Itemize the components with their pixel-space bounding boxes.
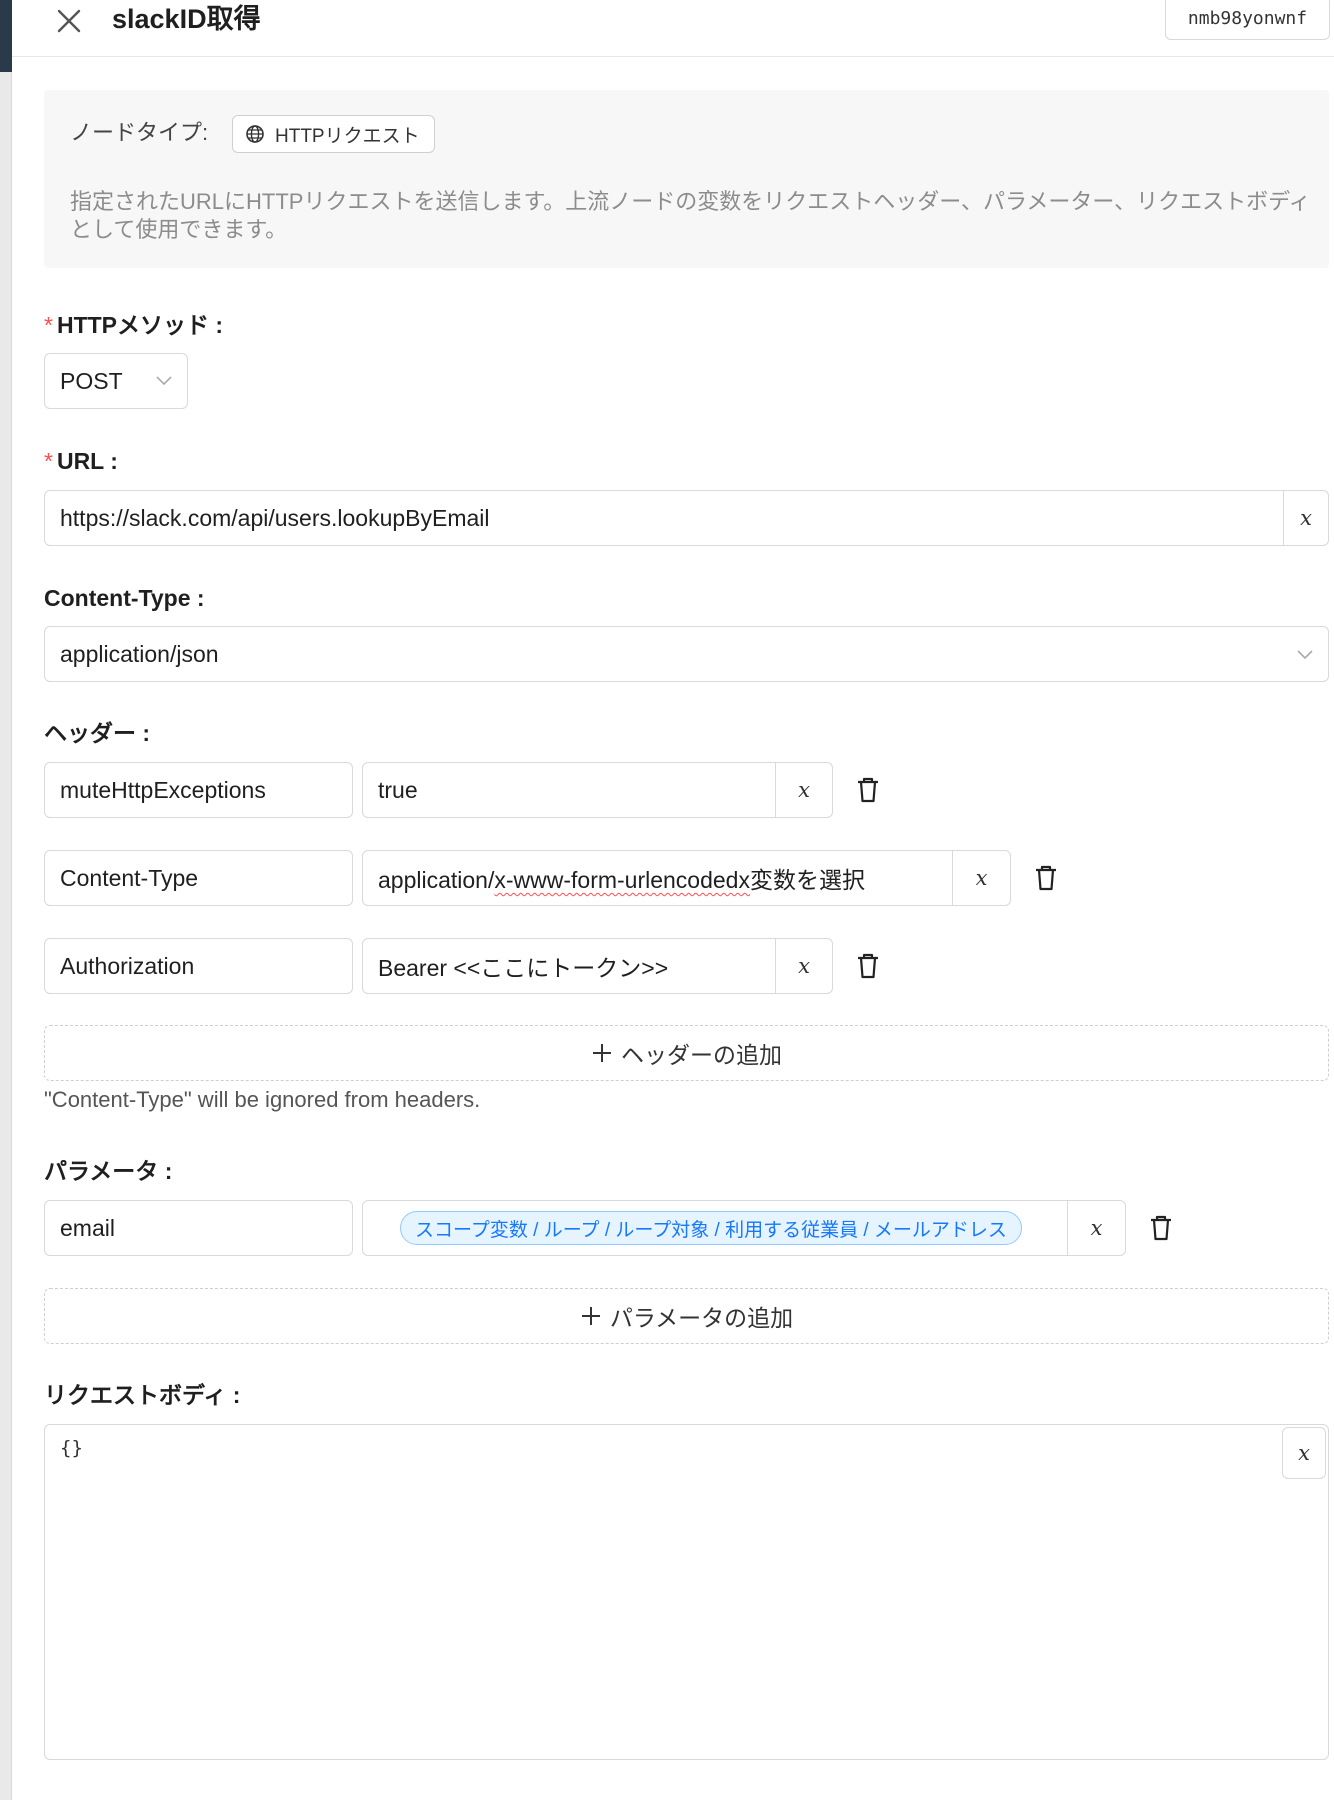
header-key-value: Authorization <box>60 952 195 979</box>
headers-note: "Content-Type" will be ignored from head… <box>44 1087 481 1112</box>
header-value-text: true <box>378 776 418 803</box>
param-key-value: email <box>60 1214 115 1241</box>
header-value-spellcheck: x-www-form-urlencodedx <box>494 867 750 893</box>
request-body-editor[interactable]: {} <box>44 1424 1329 1760</box>
required-mark: * <box>44 312 53 338</box>
body-variable-button[interactable]: x <box>1282 1427 1326 1479</box>
node-settings-panel: slackID取得 nmb98yonwnf ノードタイプ: HTTPリクエスト … <box>12 0 1334 1800</box>
header-value-input[interactable]: true <box>362 762 776 818</box>
url-input[interactable]: https://slack.com/api/users.lookupByEmai… <box>44 490 1284 546</box>
header-key-input[interactable]: muteHttpExceptions <box>44 762 353 818</box>
panel-title: slackID取得 <box>112 4 261 34</box>
header-value-text: application/x-www-form-urlencodedx変数を選択 <box>363 861 865 895</box>
header-variable-button[interactable]: x <box>952 850 1011 906</box>
content-type-select[interactable]: application/json <box>44 626 1329 682</box>
node-type-value: HTTPリクエスト <box>275 125 420 147</box>
header-value-input[interactable]: application/x-www-form-urlencodedx変数を選択 <box>362 850 954 906</box>
header-variable-button[interactable]: x <box>775 938 833 994</box>
http-method-label: * HTTPメソッド : <box>44 310 223 340</box>
header-value-main: application/ <box>378 867 495 893</box>
http-method-value: POST <box>60 367 123 394</box>
url-value: https://slack.com/api/users.lookupByEmai… <box>60 504 490 531</box>
node-id-badge[interactable]: nmb98yonwnf <box>1165 0 1330 40</box>
trash-icon <box>1036 865 1056 891</box>
http-method-label-text: HTTPメソッド : <box>56 312 224 338</box>
header-variable-button[interactable]: x <box>775 762 833 818</box>
request-body-value: {} <box>60 1437 83 1459</box>
header-key-input[interactable]: Authorization <box>44 938 353 994</box>
trash-icon <box>858 777 878 803</box>
url-variable-button[interactable]: x <box>1283 490 1329 546</box>
required-mark: * <box>44 448 53 474</box>
panel-header: slackID取得 nmb98yonwnf <box>12 0 1334 57</box>
param-variable-button[interactable]: x <box>1067 1200 1126 1256</box>
header-key-value: muteHttpExceptions <box>60 776 266 803</box>
add-param-button[interactable]: パラメータの追加 <box>44 1288 1329 1344</box>
node-type-tag: HTTPリクエスト <box>232 115 435 153</box>
trash-icon <box>858 953 878 979</box>
close-icon <box>57 9 81 33</box>
url-label-text: URL : <box>56 448 118 474</box>
delete-param-button[interactable] <box>1148 1213 1174 1243</box>
plus-icon <box>581 1307 600 1325</box>
trash-icon <box>1151 1215 1171 1241</box>
param-variable-chip[interactable]: スコープ変数 / ループ / ループ対象 / 利用する従業員 / メールアドレス <box>400 1211 1022 1245</box>
add-param-label: パラメータの追加 <box>609 1305 794 1331</box>
node-type-label: ノードタイプ: <box>70 120 209 145</box>
plus-icon <box>593 1044 611 1062</box>
header-value-suffix: 変数を選択 <box>749 867 865 893</box>
delete-header-button[interactable] <box>855 775 881 805</box>
param-key-input[interactable]: email <box>44 1200 353 1256</box>
background-canvas-edge <box>0 0 12 1800</box>
header-key-input[interactable]: Content-Type <box>44 850 353 906</box>
globe-icon <box>246 125 264 143</box>
header-value-text: Bearer <<ここにトークン>> <box>378 955 669 981</box>
url-label: * URL : <box>44 446 118 476</box>
node-description: 指定されたURLにHTTPリクエストを送信します。上流ノードの変数をリクエストヘ… <box>70 189 1311 242</box>
content-type-label: Content-Type : <box>44 585 205 611</box>
delete-header-button[interactable] <box>855 951 881 981</box>
add-header-label: ヘッダーの追加 <box>621 1042 782 1068</box>
header-key-value: Content-Type <box>60 864 199 891</box>
close-button[interactable] <box>52 4 86 38</box>
add-header-button[interactable]: ヘッダーの追加 <box>44 1025 1329 1081</box>
chevron-down-icon <box>1297 650 1313 660</box>
request-body-label: リクエストボディ : <box>44 1382 241 1408</box>
headers-label: ヘッダー : <box>44 720 151 746</box>
delete-header-button[interactable] <box>1033 863 1059 893</box>
header-value-input[interactable]: Bearer <<ここにトークン>> <box>362 938 776 994</box>
node-info-box: ノードタイプ: HTTPリクエスト 指定されたURLにHTTPリクエストを送信し… <box>44 90 1329 268</box>
content-type-value: application/json <box>60 640 219 667</box>
http-method-select[interactable]: POST <box>44 353 188 409</box>
params-label: パラメータ : <box>44 1158 173 1184</box>
canvas-edge-dark <box>0 0 12 72</box>
chevron-down-icon <box>156 376 172 386</box>
